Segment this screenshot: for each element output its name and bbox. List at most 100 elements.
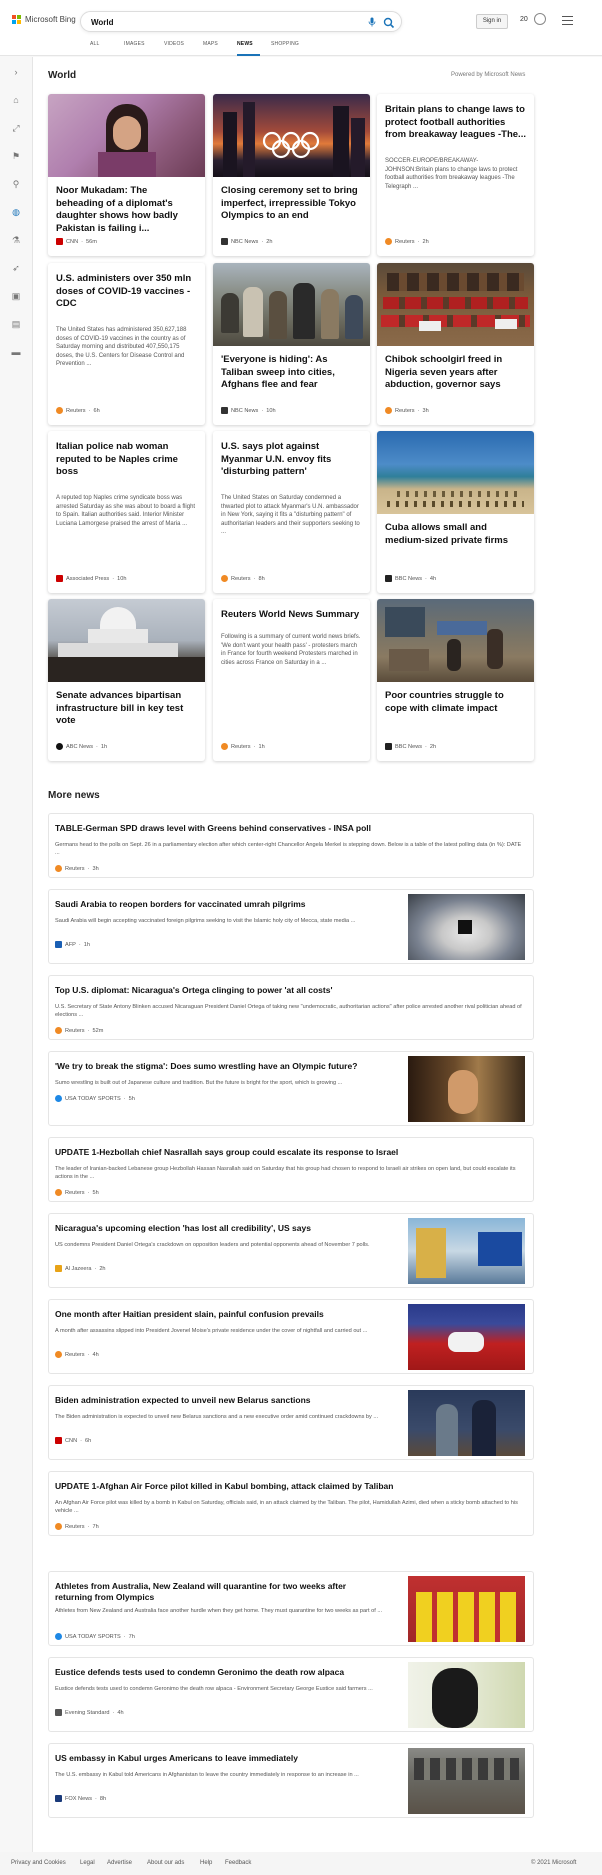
microphone-icon[interactable] [367,17,377,27]
item-title[interactable]: Top U.S. diplomat: Nicaragua's Ortega cl… [55,985,332,996]
expand-icon[interactable]: › [10,66,22,78]
card-source: ABC News · 1h [56,743,107,750]
item-title[interactable]: UPDATE 1-Hezbollah chief Nasrallah says … [55,1147,398,1158]
tab-images[interactable]: IMAGES [124,40,164,56]
more-news-item[interactable]: 'We try to break the stigma': Does sumo … [48,1051,534,1126]
item-thumbnail [408,1748,525,1814]
item-source: AFP · 1h [55,941,90,948]
item-source: Reuters · 4h [55,1351,99,1358]
news-card[interactable]: Reuters World News Summary Following is … [213,599,370,761]
sign-in-button[interactable]: Sign in [476,14,508,29]
more-news-item[interactable]: Top U.S. diplomat: Nicaragua's Ortega cl… [48,975,534,1040]
item-thumbnail [408,1390,525,1456]
news-card[interactable]: 'Everyone is hiding': As Taliban sweep i… [213,263,370,425]
card-title[interactable]: Chibok schoolgirl freed in Nigeria seven… [385,354,526,392]
footer-link[interactable]: Feedback [225,1860,251,1866]
news-card[interactable]: Italian police nab woman reputed to be N… [48,431,205,593]
science-icon[interactable]: ⚗ [10,234,22,246]
card-title[interactable]: Poor countries struggle to cope with cli… [385,690,526,715]
more-news-item[interactable]: Saudi Arabia to reopen borders for vacci… [48,889,534,964]
news-image [48,599,205,682]
news-card[interactable]: U.S. says plot against Myanmar U.N. envo… [213,431,370,593]
search-icon[interactable] [383,16,395,29]
search-input[interactable] [91,15,341,29]
more-news-item[interactable]: UPDATE 1-Hezbollah chief Nasrallah says … [48,1137,534,1202]
item-thumbnail [408,894,525,960]
news-card[interactable]: U.S. administers over 350 mln doses of C… [48,263,205,425]
item-thumbnail [408,1576,525,1642]
news-card[interactable]: Chibok schoolgirl freed in Nigeria seven… [377,263,534,425]
card-title[interactable]: 'Everyone is hiding': As Taliban sweep i… [221,354,362,392]
item-description: Sumo wrestling is built out of Japanese … [55,1080,343,1086]
item-title[interactable]: Saudi Arabia to reopen borders for vacci… [55,899,306,910]
item-title[interactable]: TABLE-German SPD draws level with Greens… [55,823,371,834]
news-card[interactable]: Noor Mukadam: The beheading of a diploma… [48,94,205,256]
item-title[interactable]: 'We try to break the stigma': Does sumo … [55,1061,357,1072]
tab-news[interactable]: NEWS [237,40,260,56]
news-card[interactable]: Poor countries struggle to cope with cli… [377,599,534,761]
bing-logo[interactable]: Microsoft Bing [12,15,76,24]
news-card[interactable]: Britain plans to change laws to protect … [377,94,534,256]
item-title[interactable]: UPDATE 1-Afghan Air Force pilot killed i… [55,1481,393,1492]
menu-icon[interactable] [562,16,573,25]
item-title[interactable]: Athletes from Australia, New Zealand wil… [55,1581,375,1603]
card-source: NBC News · 2h [221,238,272,245]
location-icon[interactable]: ⚲ [10,178,22,190]
reuters-logo-icon [221,575,228,582]
card-title[interactable]: Cuba allows small and medium-sized priva… [385,522,526,547]
card-title[interactable]: Britain plans to change laws to protect … [385,104,526,142]
card-title[interactable]: Senate advances bipartisan infrastructur… [56,690,197,728]
card-icon[interactable]: ▬ [10,346,22,358]
rewards-count[interactable]: 20 [520,16,528,23]
footer-link[interactable]: Help [200,1860,212,1866]
more-news-item[interactable]: Nicaragua's upcoming election 'has lost … [48,1213,534,1288]
card-title[interactable]: Reuters World News Summary [221,609,362,622]
tab-maps[interactable]: MAPS [203,40,237,56]
flag-icon[interactable]: ⚑ [10,150,22,162]
more-news-item[interactable]: Athletes from Australia, New Zealand wil… [48,1571,534,1646]
rewards-trophy-icon[interactable] [534,13,546,25]
item-title[interactable]: Eustice defends tests used to condemn Ge… [55,1667,344,1678]
home-icon[interactable]: ⌂ [10,94,22,106]
briefcase-icon[interactable]: ▤ [10,318,22,330]
card-title[interactable]: U.S. says plot against Myanmar U.N. envo… [221,441,362,479]
card-title[interactable]: Closing ceremony set to bring imperfect,… [221,185,362,223]
reuters-logo-icon [55,865,62,872]
rocket-icon[interactable]: ➶ [10,262,22,274]
bbc-logo-icon [385,575,392,582]
more-news-item[interactable]: TABLE-German SPD draws level with Greens… [48,813,534,878]
more-news-item[interactable]: US embassy in Kabul urges Americans to l… [48,1743,534,1818]
footer-link[interactable]: Legal [80,1860,95,1866]
tab-shopping[interactable]: SHOPPING [271,40,311,56]
card-title[interactable]: Italian police nab woman reputed to be N… [56,441,197,479]
news-card[interactable]: Closing ceremony set to bring imperfect,… [213,94,370,256]
card-source: Associated Press · 10h [56,575,126,582]
trending-icon[interactable]: ⤢ [10,122,22,134]
footer-link[interactable]: Advertise [107,1860,132,1866]
tab-all[interactable]: ALL [90,40,124,56]
movie-icon[interactable]: ▣ [10,290,22,302]
item-title[interactable]: One month after Haitian president slain,… [55,1309,324,1320]
more-news-item[interactable]: Eustice defends tests used to condemn Ge… [48,1657,534,1732]
reuters-logo-icon [55,1027,62,1034]
footer-link[interactable]: About our ads [147,1860,184,1866]
more-news-item[interactable]: UPDATE 1-Afghan Air Force pilot killed i… [48,1471,534,1536]
search-tabs: ALL IMAGES VIDEOS MAPS NEWS SHOPPING [90,40,311,56]
card-title[interactable]: Noor Mukadam: The beheading of a diploma… [56,185,197,235]
card-title[interactable]: U.S. administers over 350 mln doses of C… [56,273,197,311]
item-title[interactable]: Nicaragua's upcoming election 'has lost … [55,1223,311,1234]
news-card[interactable]: Senate advances bipartisan infrastructur… [48,599,205,761]
more-news-item[interactable]: Biden administration expected to unveil … [48,1385,534,1460]
more-news-item[interactable]: One month after Haitian president slain,… [48,1299,534,1374]
tab-videos[interactable]: VIDEOS [164,40,203,56]
nbc-logo-icon [221,238,228,245]
card-description: The United States has administered 350,6… [56,327,187,368]
globe-icon[interactable]: ◍ [10,206,22,218]
news-card[interactable]: Cuba allows small and medium-sized priva… [377,431,534,593]
item-source: FOX News · 8h [55,1795,106,1802]
footer-link[interactable]: Privacy and Cookies [11,1860,66,1866]
item-title[interactable]: Biden administration expected to unveil … [55,1395,311,1406]
reuters-logo-icon [56,407,63,414]
item-title[interactable]: US embassy in Kabul urges Americans to l… [55,1753,298,1764]
item-description: An Afghan Air Force pilot was killed by … [55,1500,518,1514]
